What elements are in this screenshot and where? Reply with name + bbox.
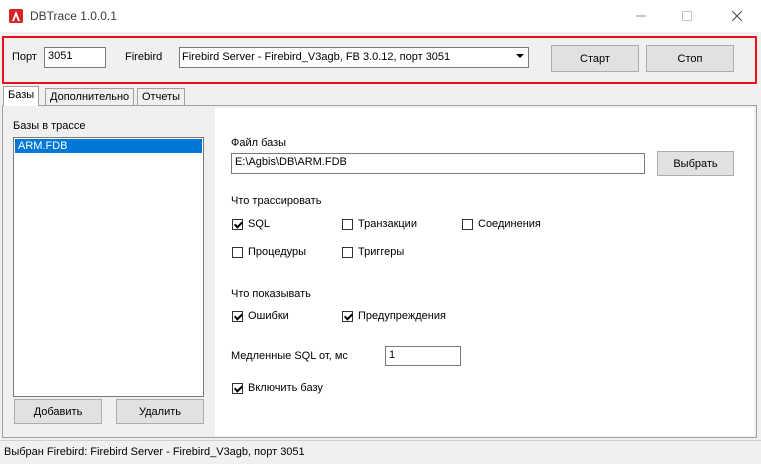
show-warnings-label: Предупреждения	[358, 310, 446, 322]
trace-sql-label: SQL	[248, 218, 271, 230]
browse-button[interactable]: Выбрать	[657, 151, 734, 176]
trace-triggers-label: Триггеры	[358, 246, 405, 258]
port-label: Порт	[12, 51, 37, 63]
show-errors-checkbox[interactable]: Ошибки	[232, 310, 289, 322]
trace-transactions-checkbox[interactable]: Транзакции	[342, 218, 417, 230]
trace-triggers-checkbox[interactable]: Триггеры	[342, 246, 404, 258]
remove-database-button[interactable]: Удалить	[116, 399, 204, 424]
trace-connections-checkbox[interactable]: Соединения	[462, 218, 541, 230]
status-bar: Выбран Firebird: Firebird Server - Fireb…	[0, 440, 761, 464]
add-database-button[interactable]: Добавить	[14, 399, 102, 424]
slow-sql-input[interactable]: 1	[385, 346, 461, 366]
enable-database-label: Включить базу	[248, 382, 323, 394]
trace-connections-label: Соединения	[478, 218, 541, 230]
show-header: Что показывать	[231, 288, 311, 300]
firebird-select[interactable]: Firebird Server - Firebird_V3agb, FB 3.0…	[179, 47, 529, 68]
file-label: Файл базы	[231, 137, 287, 149]
checkbox-checked-icon	[342, 310, 353, 322]
databases-header: Базы в трассе	[13, 120, 86, 132]
firebird-select-value: Firebird Server - Firebird_V3agb, FB 3.0…	[182, 51, 451, 63]
tab-additional[interactable]: Дополнительно	[45, 88, 135, 105]
close-icon[interactable]	[714, 0, 760, 32]
start-button[interactable]: Старт	[551, 45, 639, 72]
checkbox-checked-icon	[232, 382, 243, 394]
minimize-icon[interactable]	[618, 0, 664, 32]
file-input[interactable]: E:\Agbis\DB\ARM.FDB	[231, 153, 645, 174]
maximize-icon[interactable]	[664, 0, 710, 32]
port-input[interactable]: 3051	[44, 47, 106, 68]
slow-sql-label: Медленные SQL от, мс	[231, 350, 348, 362]
window-title: DBTrace 1.0.0.1	[30, 9, 117, 23]
show-warnings-checkbox[interactable]: Предупреждения	[342, 310, 446, 322]
show-errors-label: Ошибки	[248, 310, 289, 322]
checkbox-unchecked-icon	[232, 246, 243, 258]
checkbox-unchecked-icon	[462, 218, 473, 230]
trace-transactions-label: Транзакции	[358, 218, 417, 230]
trace-procedures-checkbox[interactable]: Процедуры	[232, 246, 306, 258]
enable-database-checkbox[interactable]: Включить базу	[232, 382, 323, 394]
app-logo-icon	[9, 9, 23, 23]
checkbox-unchecked-icon	[342, 246, 353, 258]
firebird-label: Firebird	[125, 51, 163, 63]
list-item[interactable]: ARM.FDB	[15, 139, 202, 153]
trace-header: Что трассировать	[231, 195, 322, 207]
trace-procedures-label: Процедуры	[248, 246, 307, 258]
tab-reports[interactable]: Отчеты	[137, 88, 186, 105]
checkbox-checked-icon	[232, 218, 243, 230]
stop-button[interactable]: Стоп	[646, 45, 734, 72]
checkbox-unchecked-icon	[342, 218, 353, 230]
title-bar: DBTrace 1.0.0.1	[0, 0, 761, 32]
chevron-down-icon	[516, 54, 524, 58]
trace-sql-checkbox[interactable]: SQL	[232, 218, 270, 230]
databases-list[interactable]: ARM.FDB	[13, 137, 204, 397]
checkbox-checked-icon	[232, 310, 243, 322]
tab-bases[interactable]: Базы	[3, 86, 40, 106]
